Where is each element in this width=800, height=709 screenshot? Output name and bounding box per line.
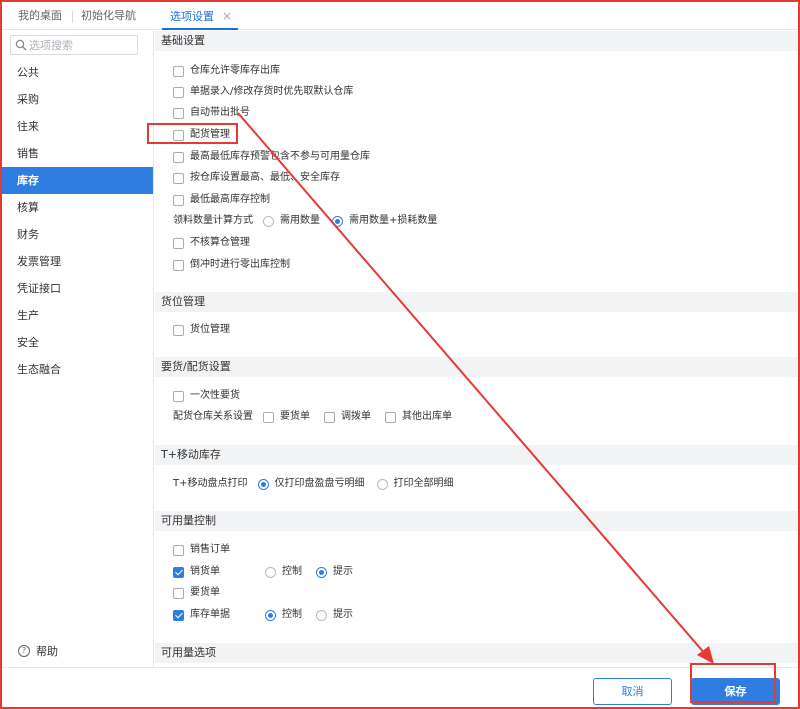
outer-frame: [0, 0, 800, 709]
